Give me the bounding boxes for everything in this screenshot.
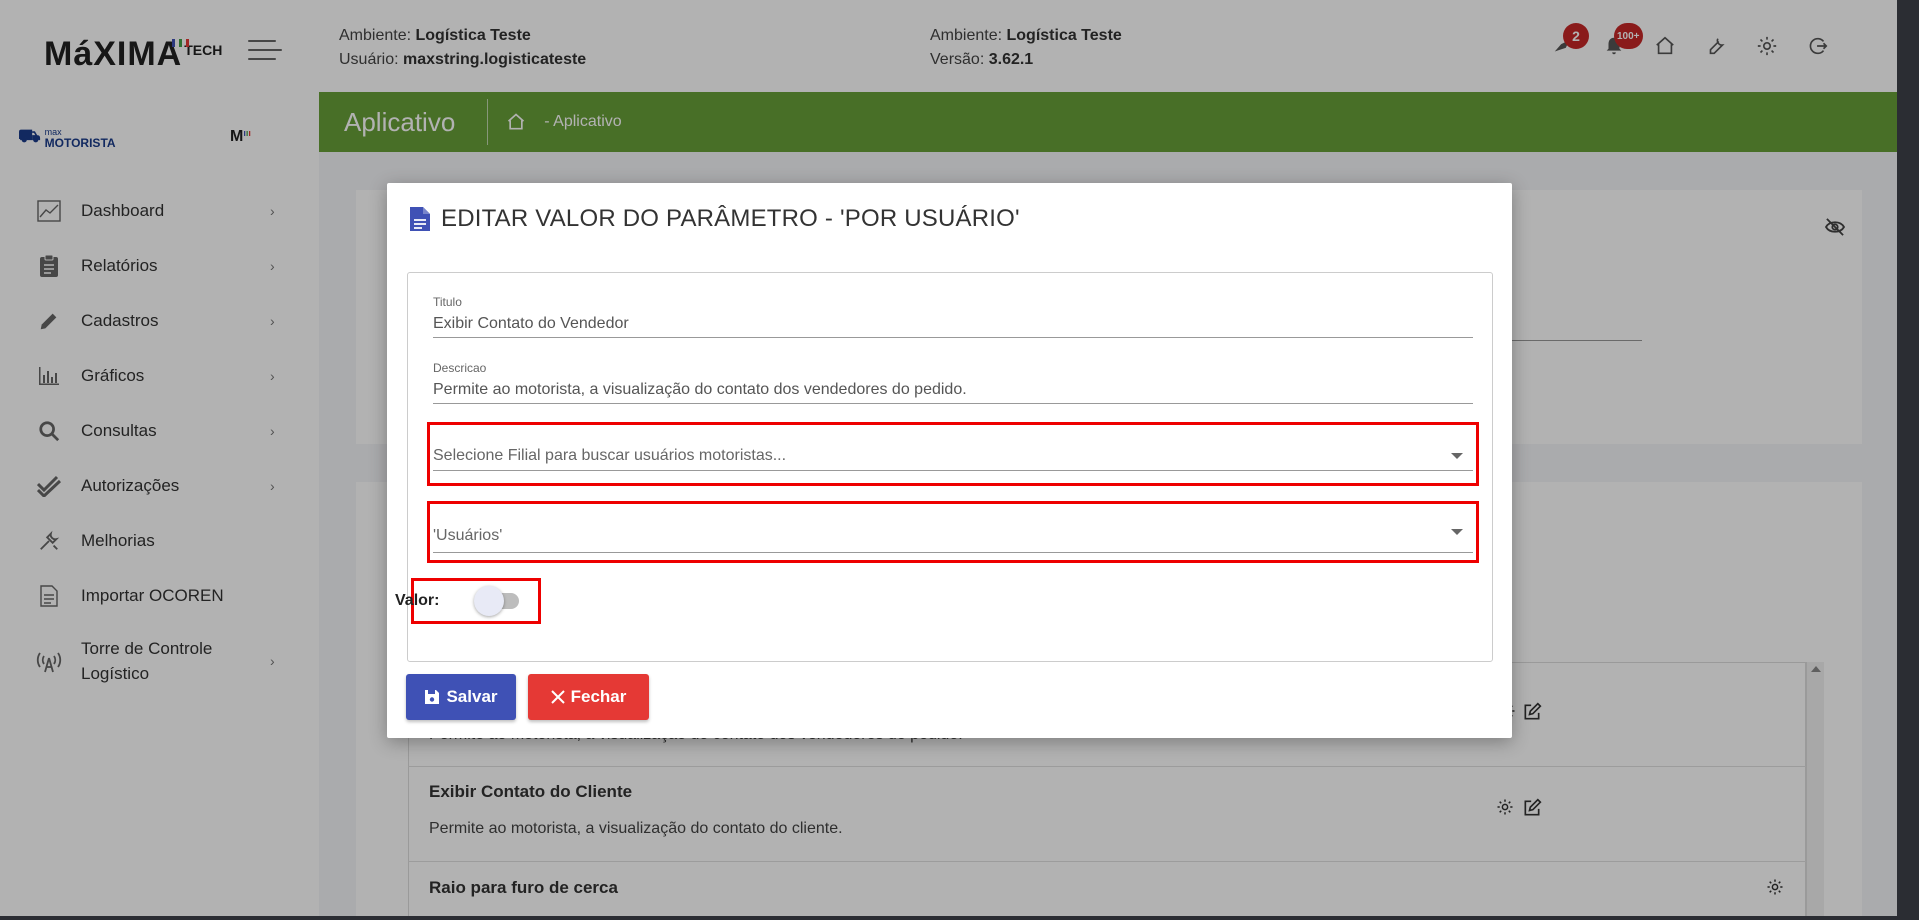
titulo-label: Titulo [433,295,462,309]
valor-label: Valor: [395,592,440,609]
descricao-value: Permite ao motorista, a visualização do … [433,381,1473,404]
close-icon [550,690,565,704]
dialog-title: EDITAR VALOR DO PARÂMETRO - 'POR USUÁRIO… [441,205,1020,232]
usuarios-select[interactable]: 'Usuários' [433,527,1473,553]
titulo-value: Exibir Contato do Vendedor [433,315,1473,338]
close-button[interactable]: Fechar [528,674,649,720]
floppy-disk-icon [424,689,440,705]
edit-parameter-dialog: EDITAR VALOR DO PARÂMETRO - 'POR USUÁRIO… [387,183,1512,738]
close-button-label: Fechar [570,687,627,706]
filial-select-placeholder: Selecione Filial para buscar usuários mo… [433,447,787,464]
save-button[interactable]: Salvar [406,674,516,720]
descricao-field: Descricao Permite ao motorista, a visual… [433,361,1473,404]
dialog-header: EDITAR VALOR DO PARÂMETRO - 'POR USUÁRIO… [409,205,1020,233]
document-icon [409,206,431,232]
app-window: MáXIMA TECH Ambiente: Logística Teste Us… [0,0,1897,916]
filial-select[interactable]: Selecione Filial para buscar usuários mo… [433,447,1473,471]
caret-down-icon [1451,453,1463,459]
usuarios-select-value: 'Usuários' [433,527,503,544]
caret-down-icon [1451,529,1463,535]
window-edge [1897,0,1919,920]
parameter-form: Titulo Exibir Contato do Vendedor Descri… [407,272,1493,662]
descricao-label: Descricao [433,361,487,375]
toggle-knob [474,586,504,616]
valor-toggle[interactable] [471,584,527,618]
titulo-field: Titulo Exibir Contato do Vendedor [433,295,1473,338]
save-button-label: Salvar [446,687,498,706]
